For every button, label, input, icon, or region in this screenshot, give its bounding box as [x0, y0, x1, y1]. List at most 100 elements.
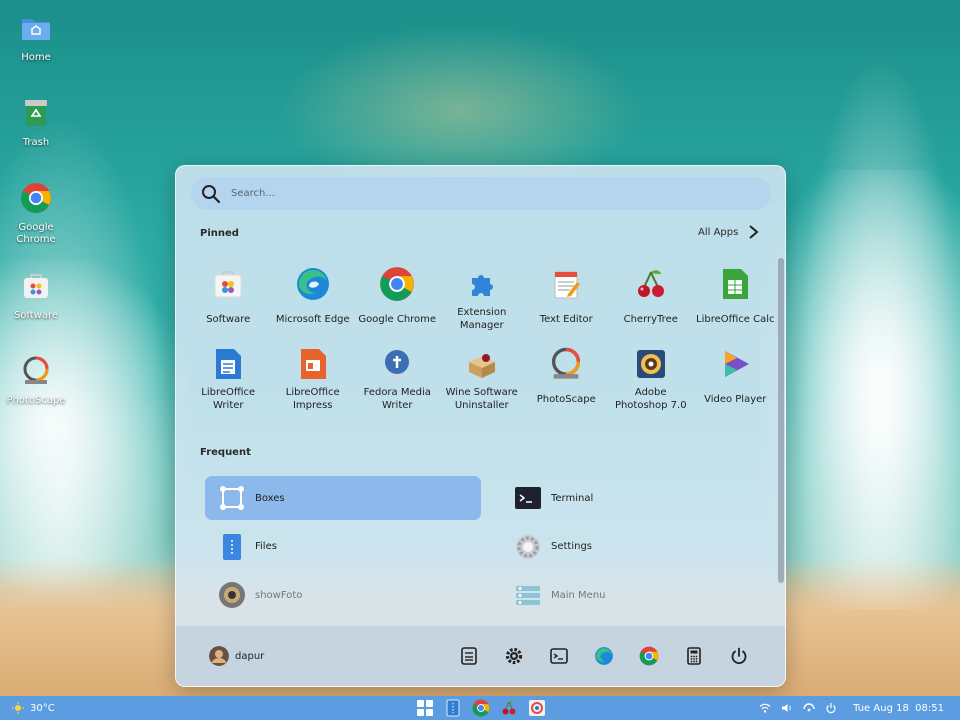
frequent-item-label: Settings [551, 541, 593, 552]
showfoto-icon [219, 582, 245, 608]
pinned-title: Pinned [200, 228, 239, 239]
pinned-app-libreoffice-calc[interactable]: LibreOffice Calc [693, 258, 778, 338]
chrome-button[interactable] [626, 641, 671, 671]
app-label: Video Player [704, 393, 767, 405]
frequent-title: Frequent [200, 447, 251, 458]
settings-button[interactable] [491, 641, 536, 671]
chrome-icon [472, 699, 490, 717]
files-icon [446, 699, 460, 717]
user-button[interactable]: dapur [209, 646, 264, 666]
pinned-app-video-player[interactable]: Video Player [693, 338, 778, 418]
frequent-item-showfoto[interactable]: showFoto [205, 573, 481, 617]
cherry-icon [502, 701, 516, 715]
app-label: Microsoft Edge [275, 313, 350, 325]
pinned-app-chrome[interactable]: Google Chrome [355, 258, 440, 338]
pinned-app-adobe-photoshop[interactable]: Adobe Photoshop 7.0 [609, 338, 694, 418]
weather-widget[interactable]: 30°C [12, 702, 55, 714]
calculator-icon [686, 647, 701, 665]
edge-icon [296, 268, 329, 300]
desktop-icon-label: Home [21, 52, 51, 63]
chevron-right-icon [749, 225, 759, 239]
menu-scrollbar[interactable] [778, 258, 784, 583]
wifi-icon[interactable] [759, 702, 771, 714]
desktop-icon-home[interactable]: Home [0, 12, 72, 64]
desktop-icon-software[interactable]: Software [0, 270, 72, 322]
sun-icon [12, 702, 24, 714]
app-label: Fedora Media Writer [363, 387, 431, 411]
taskbar-cherrytree-button[interactable] [497, 697, 521, 719]
frequent-item-label: showFoto [255, 589, 303, 601]
app-label: LibreOffice Impress [285, 387, 340, 411]
frequent-item-terminal[interactable]: Terminal [501, 476, 777, 520]
software-icon [214, 271, 242, 298]
pinned-app-cherrytree[interactable]: CherryTree [609, 258, 694, 338]
terminal-button[interactable] [536, 641, 581, 671]
taskbar-photoscape-button[interactable] [525, 697, 549, 719]
app-label: CherryTree [623, 313, 678, 325]
taskbar-files-button[interactable] [441, 697, 465, 719]
desktop-icon-trash[interactable]: Trash [0, 97, 72, 149]
cherry-icon [637, 270, 664, 297]
search-input[interactable] [231, 188, 731, 199]
start-button[interactable] [413, 697, 437, 719]
frequent-item-label: Boxes [255, 492, 285, 504]
chrome-icon [380, 267, 415, 301]
app-label: Software [206, 313, 251, 325]
desktop-icon-photoscape[interactable]: PhotoScape [0, 355, 72, 407]
puzzle-icon [471, 275, 493, 296]
system-tray: Tue Aug 18 08:51 [759, 702, 944, 714]
power-icon[interactable] [825, 702, 837, 714]
pinned-app-text-editor[interactable]: Text Editor [524, 258, 609, 338]
frequent-apps-list: Boxes Terminal Files Settings showFoto M… [205, 476, 755, 622]
volume-icon[interactable] [781, 702, 793, 714]
folder-home-icon [22, 19, 50, 40]
desktop-icon-label: PhotoScape [6, 395, 66, 406]
weather-temperature: 30°C [30, 702, 55, 714]
pinned-app-fedora-media-writer[interactable]: Fedora Media Writer [355, 338, 440, 418]
chrome-icon [639, 646, 658, 666]
pinned-app-libreoffice-writer[interactable]: LibreOffice Writer [186, 338, 271, 418]
search-bar[interactable] [191, 177, 771, 210]
frequent-item-boxes[interactable]: Boxes [205, 476, 481, 520]
avatar [209, 646, 229, 666]
pinned-app-libreoffice-impress[interactable]: LibreOffice Impress [271, 338, 356, 418]
pinned-app-extension-manager[interactable]: Extension Manager [440, 258, 525, 338]
photoshop-icon [636, 350, 665, 378]
pinned-app-software[interactable]: Software [186, 258, 271, 338]
network-icon[interactable] [803, 702, 815, 714]
all-apps-label: All Apps [698, 226, 739, 238]
photoscape-icon [552, 347, 581, 379]
calculator-button[interactable] [671, 641, 716, 671]
photoscape-icon [529, 700, 545, 716]
frequent-item-label: Main Menu [551, 589, 606, 601]
power-icon [731, 647, 746, 665]
documents-button[interactable] [446, 641, 491, 671]
app-label: Wine Software Uninstaller [445, 387, 518, 411]
trash-icon [25, 100, 47, 126]
clock[interactable]: Tue Aug 18 08:51 [853, 703, 944, 714]
frequent-item-main-menu[interactable]: Main Menu [501, 573, 777, 617]
frequent-item-settings[interactable]: Settings [501, 525, 777, 569]
all-apps-button[interactable]: All Apps [698, 224, 760, 240]
taskbar-chrome-button[interactable] [469, 697, 493, 719]
frequent-item-label: Terminal [551, 492, 594, 504]
pinned-app-edge[interactable]: Microsoft Edge [271, 258, 356, 338]
desktop-icon-label: Trash [22, 137, 50, 148]
terminal-icon [515, 487, 541, 509]
app-label: LibreOffice Writer [201, 387, 256, 411]
document-icon [460, 647, 477, 665]
software-icon [24, 274, 48, 298]
power-button[interactable] [716, 641, 761, 671]
start-menu: Pinned All Apps Software Microsof [175, 165, 786, 687]
frequent-item-files[interactable]: Files [205, 525, 481, 569]
wave-foam-right [760, 170, 960, 610]
desktop-icon-chrome[interactable]: Google Chrome [0, 182, 72, 246]
writer-icon [216, 349, 242, 379]
edge-button[interactable] [581, 641, 626, 671]
text-editor-icon [554, 271, 581, 299]
pinned-app-photoscape[interactable]: PhotoScape [524, 338, 609, 418]
pinned-app-wine-uninstaller[interactable]: Wine Software Uninstaller [440, 338, 525, 418]
search-icon [202, 184, 221, 203]
pinned-apps-grid: Software Microsoft Edge Google Chrome Ex… [186, 258, 776, 418]
footer-quick-launch [446, 641, 761, 671]
